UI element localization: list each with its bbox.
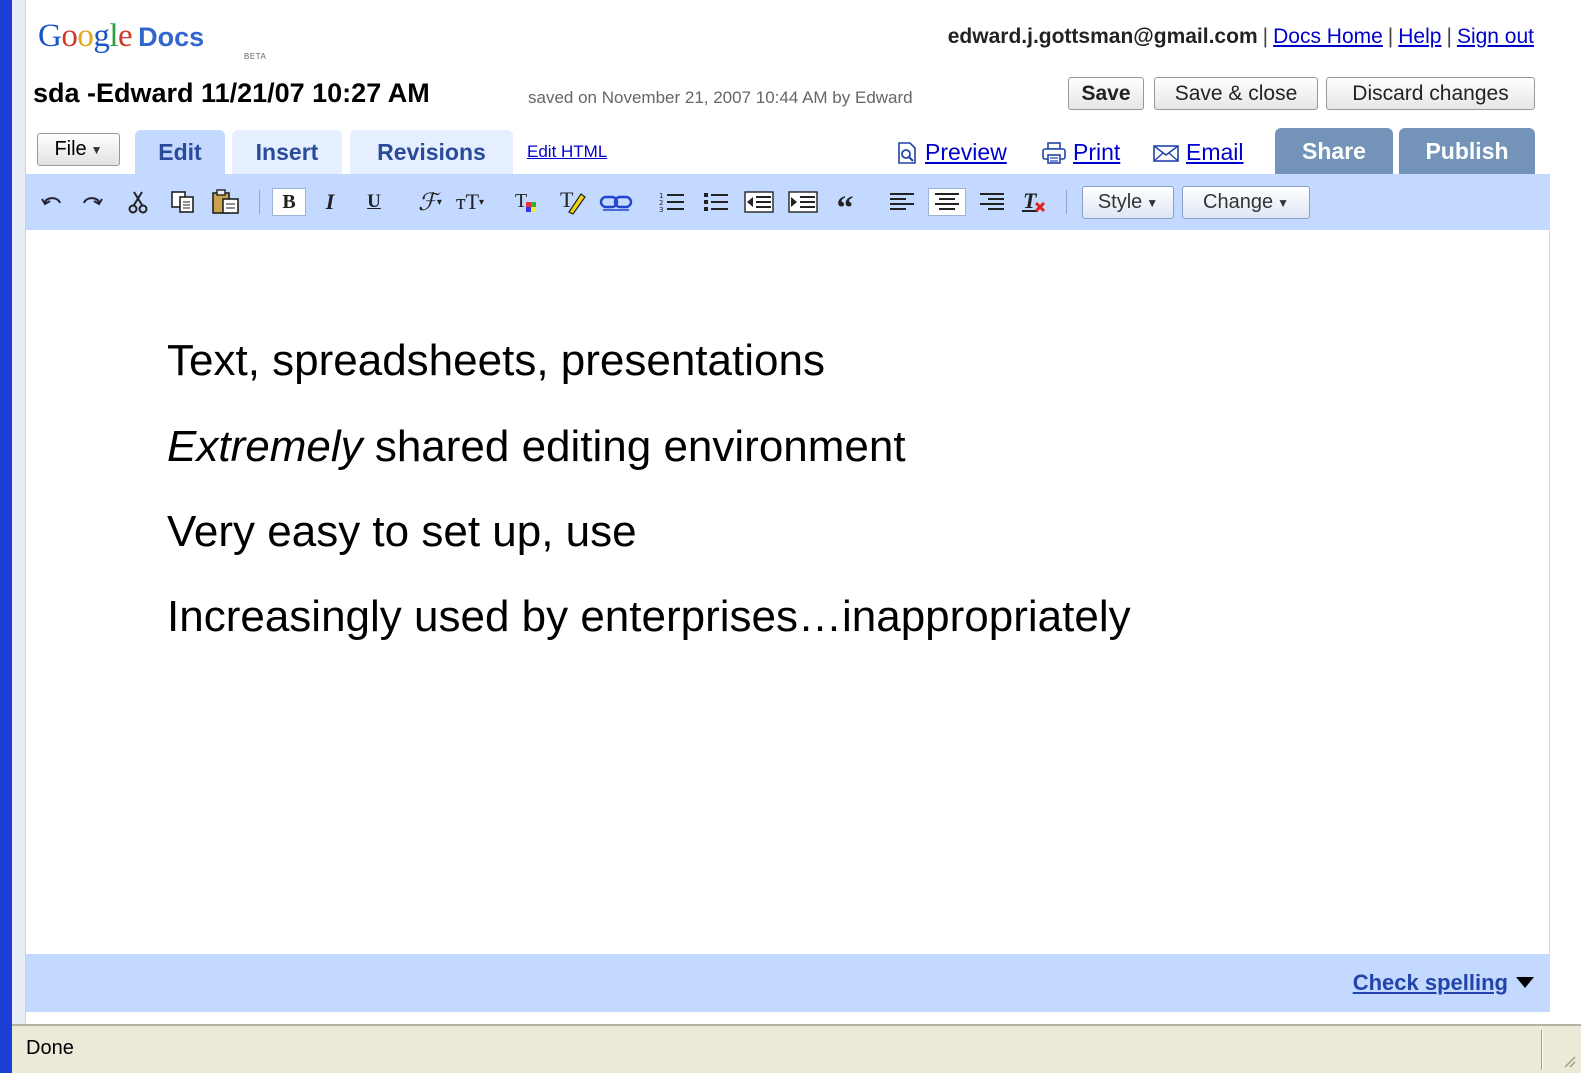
editor-footer: Check spelling	[26, 954, 1549, 1012]
logo-docs: Docs	[138, 22, 205, 52]
redo-icon[interactable]	[78, 188, 106, 216]
print-icon	[1042, 141, 1066, 164]
tab-edit[interactable]: Edit	[135, 130, 225, 174]
toolbar-divider	[1066, 190, 1067, 214]
style-dropdown-label: Style	[1097, 191, 1143, 213]
chevron-down-icon: ▼	[90, 142, 103, 157]
window-border-inner	[12, 0, 26, 1073]
bold-icon[interactable]: B	[272, 188, 306, 216]
preview-icon	[898, 141, 916, 164]
preview-label: Preview	[925, 139, 1007, 165]
envelope-icon	[1153, 144, 1179, 162]
underline-icon[interactable]: U	[360, 188, 388, 216]
change-dropdown[interactable]: Change ▼	[1182, 186, 1310, 219]
chevron-down-icon: ▼	[1146, 195, 1159, 210]
formatting-toolbar: B I U ℱ ▾ тT ▾ T T 123 “ T Style ▼ Chang…	[26, 174, 1549, 230]
preview-link[interactable]: Preview	[895, 139, 1007, 166]
document-line: Extremely shared editing environment	[167, 422, 906, 472]
chevron-down-icon: ▼	[1277, 195, 1289, 210]
check-spelling-label: Check spelling	[1352, 970, 1508, 995]
tab-revisions[interactable]: Revisions	[350, 130, 513, 174]
indent-icon[interactable]	[786, 188, 820, 216]
user-email: edward.j.gottsman@gmail.com	[947, 25, 1258, 48]
discard-changes-button[interactable]: Discard changes	[1326, 77, 1535, 110]
email-label: Email	[1186, 139, 1244, 165]
document-line: Increasingly used by enterprises…inappro…	[167, 592, 1131, 641]
resize-grip-icon[interactable]	[1559, 1051, 1577, 1069]
check-spelling-link[interactable]: Check spelling	[1353, 970, 1534, 996]
emphasized-text: Extremely	[167, 422, 363, 471]
document-line: Very easy to set up, use	[167, 507, 637, 556]
status-text: Done	[26, 1037, 74, 1059]
change-dropdown-label: Change	[1203, 191, 1274, 213]
email-link[interactable]: Email	[1152, 139, 1244, 166]
saved-info: saved on November 21, 2007 10:44 AM by E…	[528, 88, 913, 107]
numbered-list-icon[interactable]: 123	[656, 188, 688, 216]
browser-window: Google Docs BETA edward.j.gottsman@gmail.…	[0, 0, 1581, 1073]
status-divider	[1541, 1030, 1543, 1070]
tab-share[interactable]: Share	[1275, 128, 1393, 174]
highlight-icon[interactable]: T	[556, 188, 588, 216]
chevron-down-icon	[1516, 977, 1534, 988]
separator: |	[1262, 25, 1269, 48]
document-line-text: shared editing environment	[362, 422, 906, 471]
cut-icon[interactable]	[124, 188, 152, 216]
document-title[interactable]: sda -Edward 11/21/07 10:27 AM	[33, 78, 430, 109]
align-right-icon[interactable]	[976, 188, 1008, 216]
undo-icon[interactable]	[38, 188, 66, 216]
link-icon[interactable]	[598, 188, 634, 216]
text-color-icon[interactable]: T	[512, 188, 542, 216]
remove-formatting-icon[interactable]: T	[1018, 188, 1050, 216]
document-line: Text, spreadsheets, presentations	[167, 336, 825, 385]
italic-icon[interactable]: I	[316, 188, 344, 216]
align-left-icon[interactable]	[886, 188, 918, 216]
separator: |	[1387, 25, 1394, 48]
tab-insert[interactable]: Insert	[232, 130, 342, 174]
file-menu-label: File	[54, 138, 87, 160]
align-center-icon[interactable]	[928, 188, 966, 216]
docs-home-link[interactable]: Docs Home	[1273, 25, 1383, 48]
toolbar-divider	[259, 190, 260, 214]
help-link[interactable]: Help	[1398, 25, 1441, 48]
logo-google: Google	[38, 18, 133, 54]
outdent-icon[interactable]	[742, 188, 776, 216]
separator: |	[1446, 25, 1452, 48]
print-link[interactable]: Print	[1041, 139, 1120, 166]
edit-html-link[interactable]: Edit HTML	[527, 142, 607, 162]
document-editor[interactable]: Text, spreadsheets, presentations Extrem…	[26, 230, 1549, 954]
file-menu-button[interactable]: File ▼	[37, 133, 120, 166]
bullet-list-icon[interactable]	[700, 188, 732, 216]
svg-text:T: T	[515, 190, 527, 212]
font-size-icon[interactable]: тT ▾	[450, 188, 490, 216]
save-button[interactable]: Save	[1068, 77, 1144, 110]
logo-beta: BETA	[244, 52, 267, 61]
style-dropdown[interactable]: Style ▼	[1082, 186, 1174, 219]
window-border	[0, 0, 12, 1073]
right-margin	[1549, 174, 1581, 1012]
status-bar: Done	[12, 1024, 1581, 1073]
font-icon[interactable]: ℱ ▾	[412, 188, 448, 216]
tab-publish[interactable]: Publish	[1399, 128, 1535, 174]
svg-text:3: 3	[659, 206, 663, 214]
save-close-button[interactable]: Save & close	[1154, 77, 1318, 110]
paste-icon[interactable]	[209, 188, 243, 216]
sign-out-link[interactable]: Sign out	[1457, 25, 1534, 48]
blockquote-icon[interactable]: “	[830, 188, 860, 226]
google-docs-logo[interactable]: Google Docs BETA	[38, 18, 266, 61]
user-links: edward.j.gottsman@gmail.com | Docs Home | He…	[948, 25, 1534, 49]
copy-icon[interactable]	[168, 188, 198, 216]
print-label: Print	[1073, 139, 1121, 165]
